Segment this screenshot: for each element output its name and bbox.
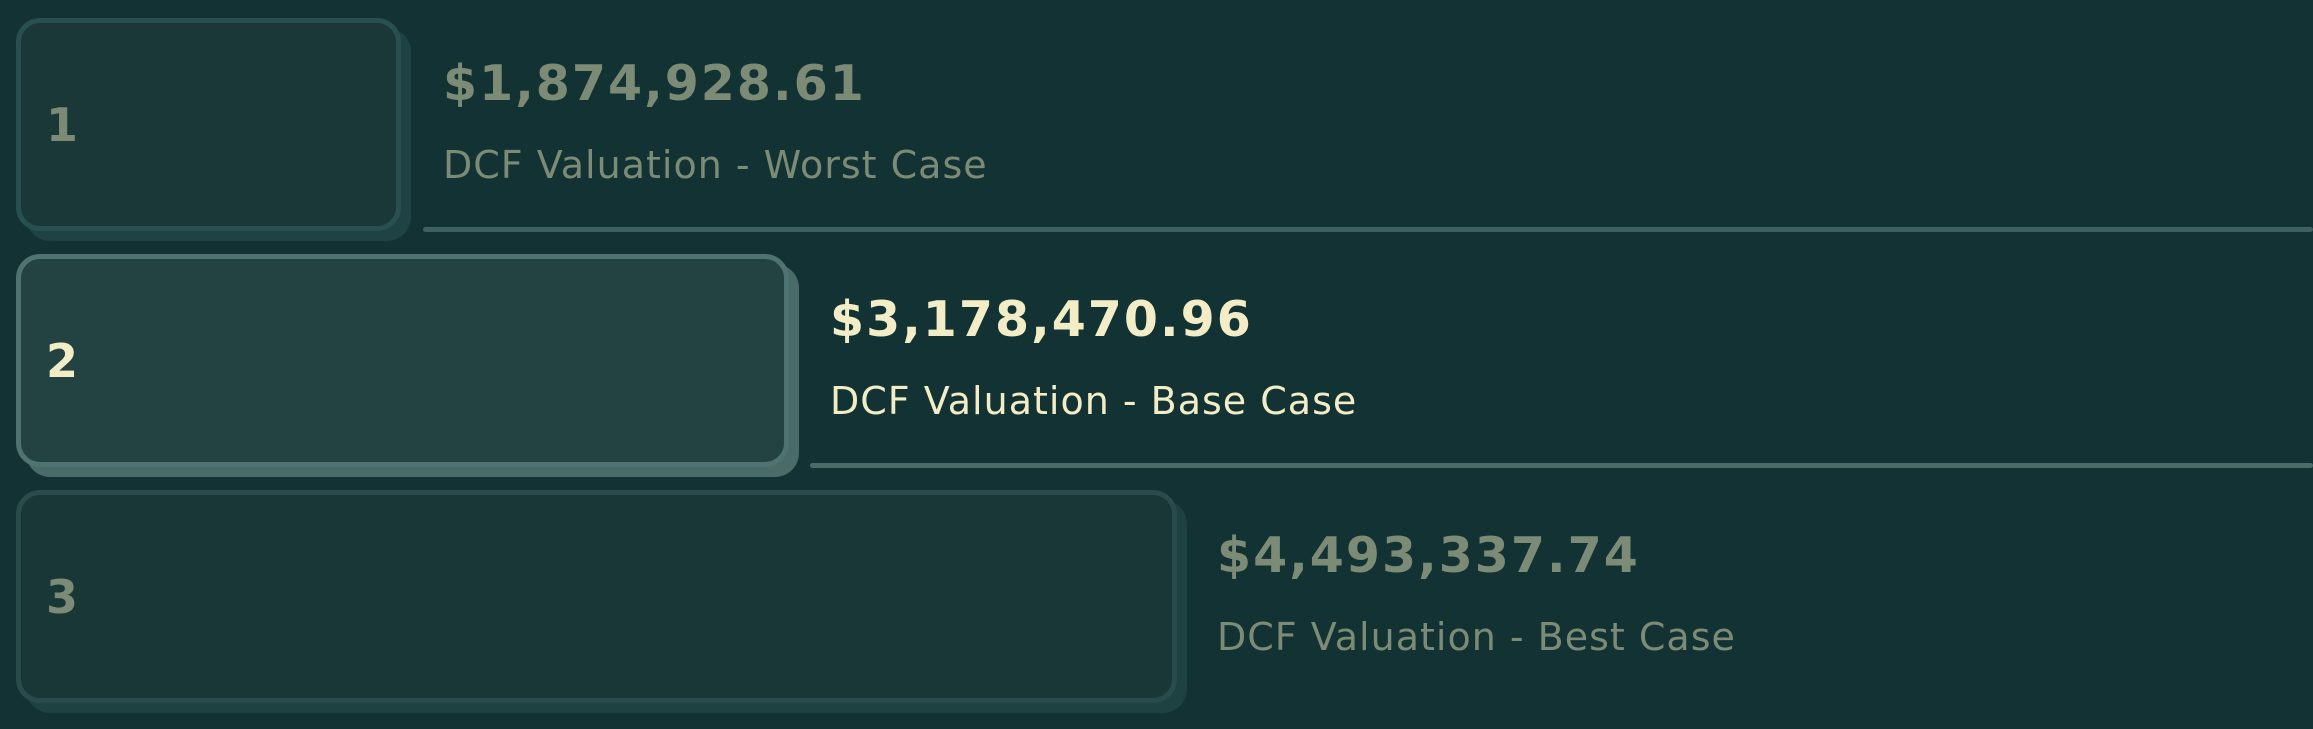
scenario-amount: $3,178,470.96 <box>830 291 1253 348</box>
scenario-label: DCF Valuation - Worst Case <box>443 143 988 187</box>
scenario-divider <box>810 463 2313 468</box>
scenario-divider <box>423 227 2313 232</box>
scenario-bar[interactable] <box>16 490 1177 703</box>
scenario-row-base[interactable]: 2 $3,178,470.96 DCF Valuation - Base Cas… <box>0 240 2313 476</box>
scenario-rank: 2 <box>46 334 79 388</box>
scenario-label: DCF Valuation - Best Case <box>1217 615 1736 659</box>
scenario-rank: 1 <box>46 98 79 152</box>
scenario-rank: 3 <box>46 570 79 624</box>
scenario-amount: $4,493,337.74 <box>1217 527 1640 584</box>
scenario-row-best[interactable]: 3 $4,493,337.74 DCF Valuation - Best Cas… <box>0 476 2313 729</box>
scenario-amount: $1,874,928.61 <box>443 55 866 112</box>
scenario-label: DCF Valuation - Base Case <box>830 379 1358 423</box>
scenario-row-worst[interactable]: 1 $1,874,928.61 DCF Valuation - Worst Ca… <box>0 0 2313 240</box>
scenario-bar[interactable] <box>16 254 789 467</box>
